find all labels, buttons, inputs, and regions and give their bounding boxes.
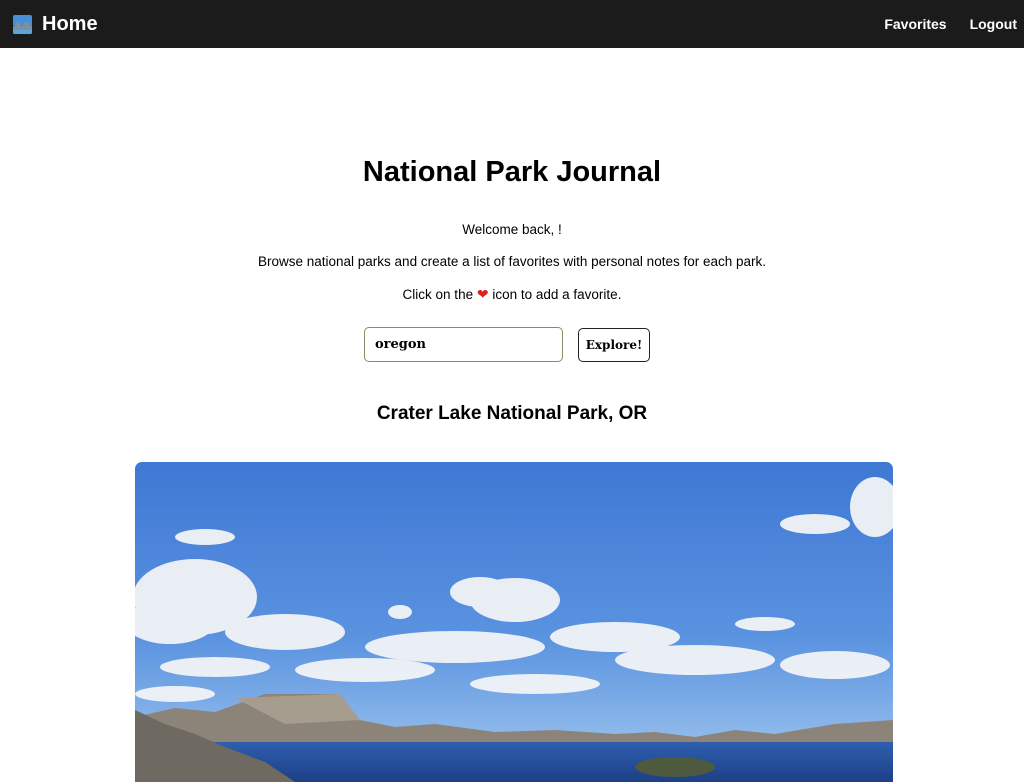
main-content: National Park Journal Welcome back, ! Br… <box>0 48 1024 782</box>
landscape-logo-icon <box>13 14 32 34</box>
page-title: National Park Journal <box>362 156 662 188</box>
welcome-text: Welcome back, ! <box>462 222 562 237</box>
hint-text-before: Click on the <box>402 287 474 302</box>
description-text: Browse national parks and create a list … <box>257 254 767 269</box>
hint-text-after: icon to add a favorite. <box>492 287 622 302</box>
home-label: Home <box>42 12 98 35</box>
navbar: Home Favorites Logout <box>0 0 1024 48</box>
crater-lake-photo <box>135 462 893 782</box>
favorite-hint: Click on the ❤ icon to add a favorite. <box>0 286 1024 303</box>
nav-logout-link[interactable]: Logout <box>970 16 1017 32</box>
explore-button[interactable]: Explore! <box>578 328 650 362</box>
nav-links: Favorites Logout <box>861 16 1017 32</box>
nav-favorites-link[interactable]: Favorites <box>884 16 946 32</box>
park-name: Crater Lake National Park, OR <box>376 403 648 424</box>
search-input[interactable] <box>364 327 563 362</box>
home-link[interactable]: Home <box>13 13 98 36</box>
heart-icon: ❤ <box>476 286 489 302</box>
